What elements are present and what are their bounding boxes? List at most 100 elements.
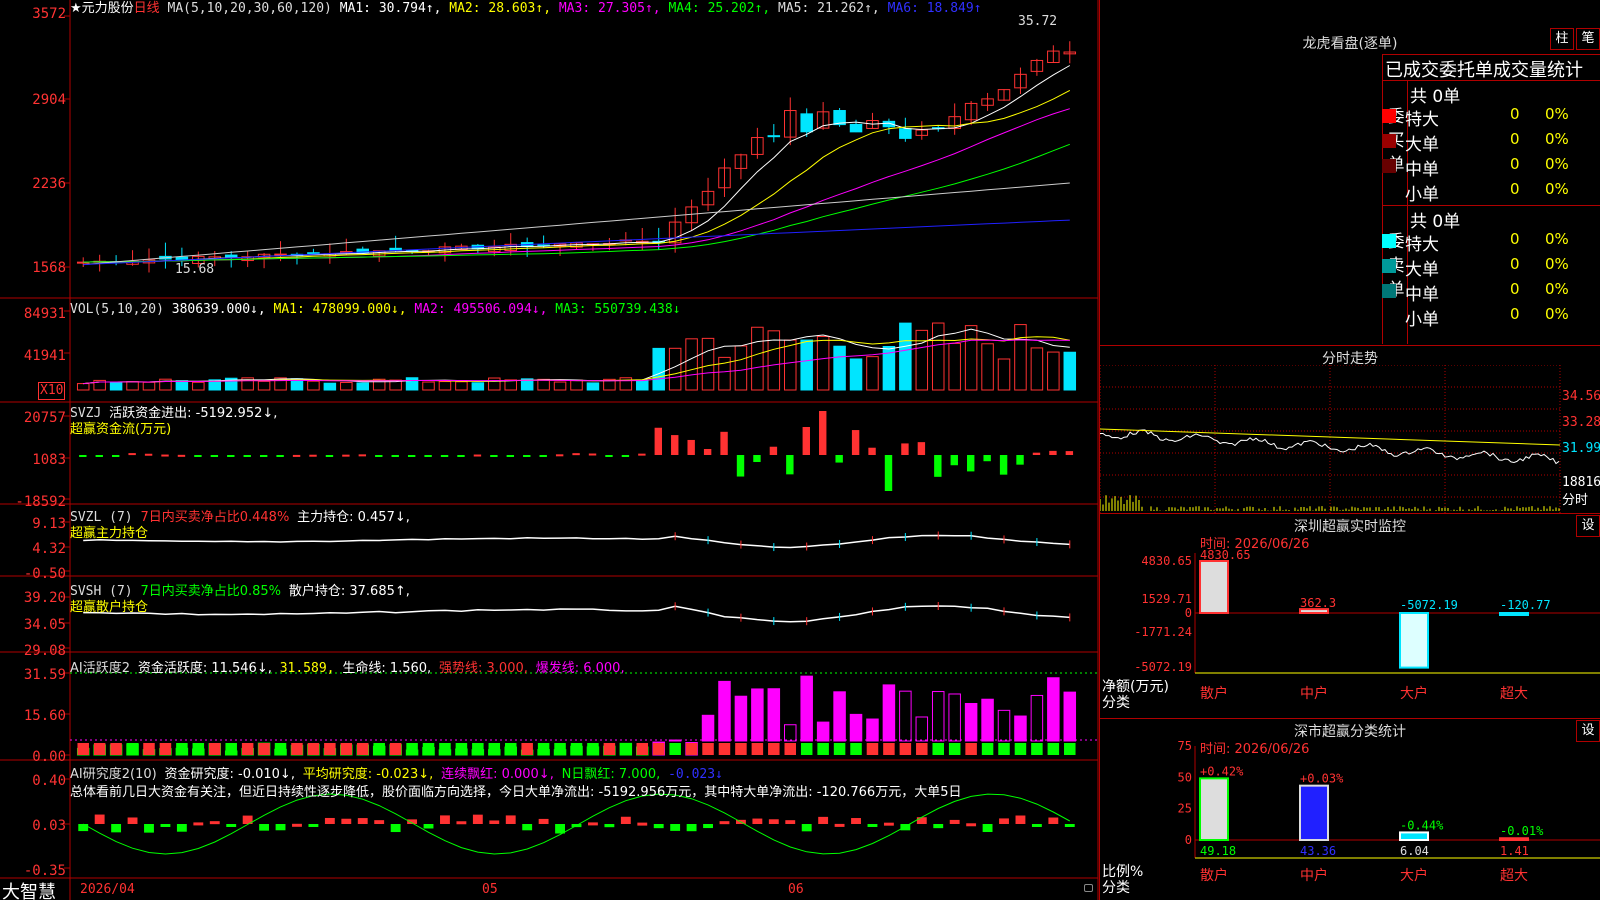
ai-activity-base: [307, 743, 320, 755]
intraday-top-border: [1100, 345, 1600, 346]
ai-activity-value2: 31.589,: [279, 661, 335, 676]
ai-activity-base: [143, 743, 155, 755]
ai-research-avg: 平均研究度: -0.023↓,: [302, 767, 434, 782]
period-label[interactable]: 日线: [134, 1, 160, 16]
lock-icon[interactable]: [1084, 884, 1093, 892]
ai-activity-bar: [849, 713, 863, 742]
sell-swatch-1: [1382, 259, 1396, 273]
classify-ylabel: 比例%: [1102, 864, 1144, 880]
vol-label: VOL(5,10,20): [70, 302, 164, 317]
ai-activity-base: [735, 743, 747, 755]
ma6-value: MA6: 18.849↑: [887, 1, 982, 16]
svzj-bar: [1016, 455, 1024, 465]
ai-activity-axis-3: 0.00: [32, 749, 66, 765]
sell-count-2: 0: [1510, 280, 1520, 298]
volume-bar: [405, 377, 419, 391]
svzj-bar: [276, 455, 284, 457]
ai-activity-base: [209, 743, 221, 755]
ai-activity-bar: [800, 675, 813, 742]
brand-logo[interactable]: 大智慧: [2, 878, 56, 900]
vol-ma1: MA1: 478099.000↓,: [273, 302, 407, 317]
ai-activity-base: [883, 743, 895, 755]
ai-research-bar: [176, 824, 187, 832]
chart-canvas[interactable]: [0, 0, 1100, 900]
ai-activity-bar: [915, 716, 929, 742]
svzj-bar: [243, 455, 251, 457]
ai-activity-base: [537, 743, 550, 755]
lhb-head: 已成交委托单成交量统计: [1385, 60, 1583, 81]
ai-research-bar: [670, 824, 681, 831]
ai-activity-base: [899, 743, 912, 755]
sell-swatch-2: [1382, 284, 1396, 298]
ai-activity-bar: [981, 698, 994, 742]
svzj-bar: [161, 454, 169, 457]
svsh-hold: 散户持仓: 37.685↑,: [288, 584, 410, 599]
ai-research-bar: [209, 821, 220, 825]
vol-header: VOL(5,10,20) 380639.000↓, MA1: 478099.00…: [70, 302, 681, 318]
ai-activity-base: [340, 743, 353, 755]
svzj-bar: [983, 455, 991, 462]
volume-bar: [652, 347, 665, 391]
svzj-bar: [736, 455, 745, 477]
ai-activity-base: [406, 743, 418, 755]
ai-activity-bar: [882, 684, 896, 742]
ai-research-extra: -0.023↓: [668, 767, 723, 782]
ai-activity-axis-1: 31.59: [23, 667, 66, 683]
ai-activity-title: AI活跃度2: [70, 661, 130, 676]
svzj-bar: [539, 455, 547, 457]
classify-bar: [1499, 837, 1529, 842]
classify-axis-label: 50: [1178, 770, 1192, 784]
svzj-bar: [621, 455, 630, 457]
svzj-bar: [144, 453, 153, 456]
sell-name-3: 小单: [1405, 310, 1439, 330]
stock-name[interactable]: ★元力股份: [70, 1, 134, 16]
candle-body: [899, 128, 912, 139]
vol-unit-badge[interactable]: X10: [38, 382, 66, 400]
ai-research-bar: [456, 821, 467, 825]
svzl-hold: 主力持仓: 0.457↓,: [297, 510, 410, 525]
ai-research-bar: [620, 816, 631, 824]
monitor-bar: [1499, 612, 1529, 616]
ai-activity-base: [636, 743, 649, 755]
monitor-cat-label: 中户: [1300, 685, 1328, 702]
svsh-subtitle: 超赢散户持仓: [70, 600, 149, 615]
volume-bar: [948, 342, 961, 391]
bar-view-button[interactable]: 柱: [1550, 28, 1574, 50]
ai-research-bar: [522, 824, 533, 831]
ai-research-bar: [867, 824, 878, 827]
price-high-mark: 35.72: [1018, 14, 1058, 29]
intraday-panel[interactable]: 分时走势 34.56 33.28 31.99 18816 分时: [1100, 345, 1600, 513]
candle-body: [767, 135, 781, 138]
ai-activity-base: [110, 743, 122, 755]
volume-bar: [849, 358, 863, 391]
svzj-bar: [967, 455, 975, 472]
svzl-axis-2: 4.32: [32, 541, 66, 557]
pen-view-button[interactable]: 笔: [1576, 28, 1600, 50]
ai-activity-bar: [866, 718, 879, 742]
volume-bar: [142, 381, 156, 391]
ai-research-axis-2: 0.03: [32, 818, 66, 834]
ai-activity-base: [93, 743, 106, 755]
ai-activity-base: [77, 743, 89, 755]
sell-pct-0: 0%: [1545, 230, 1569, 248]
ai-research-bar: [686, 824, 697, 832]
price-axis-2: 2904: [32, 92, 66, 108]
monitor-axis-label: 0: [1185, 606, 1192, 620]
volume-bar: [833, 345, 846, 391]
svzj-axis-1: 20757: [23, 410, 66, 426]
volume-bar: [175, 380, 189, 391]
ai-research-bar: [308, 824, 319, 827]
svzj-bar: [917, 442, 926, 455]
ai-activity-base: [932, 743, 944, 755]
volume-bar: [126, 381, 139, 391]
ai-research-bar: [768, 819, 779, 824]
volume-bar: [488, 377, 501, 391]
ai-activity-bar: [1014, 715, 1027, 742]
classify-bar: [1299, 784, 1329, 841]
intraday-chart[interactable]: [1100, 365, 1600, 513]
ai-activity-bar: [1063, 691, 1077, 742]
volume-bar: [931, 322, 945, 391]
svzj-bar: [490, 455, 498, 457]
monitor-bar: [1399, 612, 1429, 669]
volume-bar: [685, 338, 698, 391]
